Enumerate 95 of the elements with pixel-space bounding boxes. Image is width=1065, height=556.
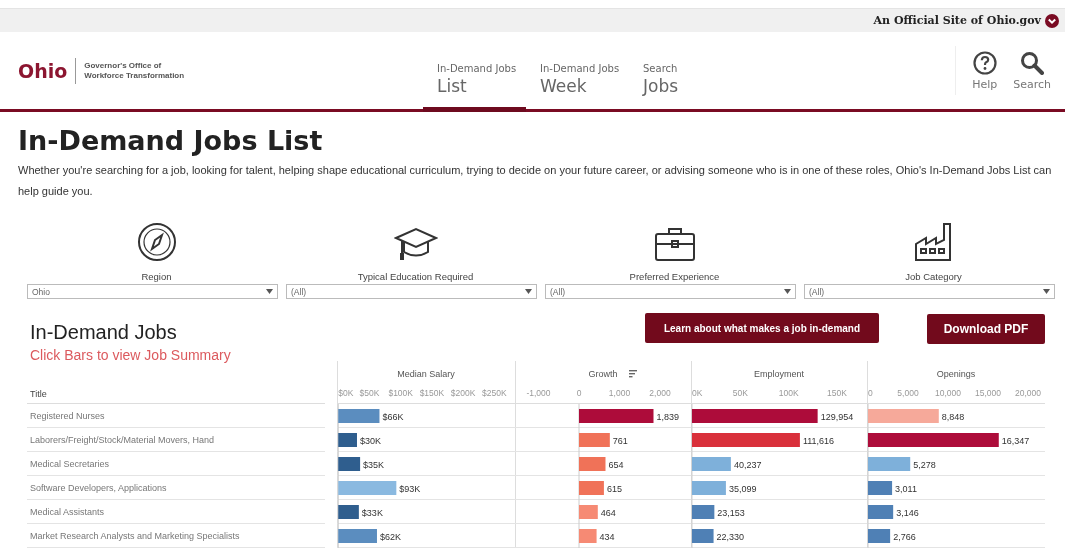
caret-icon <box>266 289 273 294</box>
value-label: 111,616 <box>802 435 835 446</box>
filter-label: Region <box>141 271 172 282</box>
tick-label: $200K <box>450 388 476 398</box>
value-label: 761 <box>612 435 628 446</box>
value-label: $66K <box>382 411 404 422</box>
job-title[interactable]: Registered Nurses <box>27 410 105 421</box>
help-button[interactable]: Help <box>972 50 998 91</box>
graduation-cap-icon <box>393 226 438 262</box>
bar[interactable] <box>868 505 894 519</box>
job-title[interactable]: Market Research Analysts and Marketing Specialists <box>27 530 240 541</box>
tick-label: 5,000 <box>897 388 919 398</box>
tick-label: 0K <box>692 388 703 398</box>
filter-dropdown[interactable]: (All) <box>804 284 1055 299</box>
learn-more-button[interactable]: Learn about what makes a job in-demand <box>645 313 879 343</box>
ohio-logo[interactable]: Ohio <box>18 59 68 82</box>
value-label: 1,839 <box>656 411 679 422</box>
value-label: 22,330 <box>716 531 745 542</box>
section-subtitle: Click Bars to view Job Summary <box>30 347 232 363</box>
value-label: 3,011 <box>895 483 917 494</box>
value-label: $33K <box>361 507 383 518</box>
value-label: 23,153 <box>717 507 745 518</box>
tick-label: 10,000 <box>935 388 961 398</box>
tick-label: 100K <box>778 388 799 398</box>
agency-name: Governor's Office of Workforce Transformation <box>84 60 185 81</box>
search-button[interactable]: Search <box>1013 50 1051 91</box>
bar[interactable] <box>868 529 891 543</box>
value-label: 16,347 <box>1001 435 1030 446</box>
tick-label: 0 <box>576 388 582 398</box>
section-title: In-Demand Jobs <box>30 321 178 344</box>
search-icon <box>1020 50 1045 75</box>
filter-dropdown[interactable]: Ohio <box>27 284 278 299</box>
job-title[interactable]: Laborers/Freight/Stock/Material Movers, Hand <box>27 434 215 445</box>
tick-label: 2,000 <box>649 388 671 398</box>
tick-label: $50K <box>359 388 380 398</box>
caret-icon <box>784 289 791 294</box>
nav-tab[interactable]: In-Demand Jobs Week <box>526 32 629 112</box>
bar[interactable] <box>868 481 893 495</box>
briefcase-icon <box>653 226 696 262</box>
value-label: 3,146 <box>896 507 919 518</box>
value-label: 129,954 <box>820 411 854 422</box>
official-site-text: An Official Site of <box>873 14 983 27</box>
filter-dropdown[interactable]: (All) <box>545 284 796 299</box>
value-label: 35,099 <box>728 483 757 494</box>
filter-label: Typical Education Required <box>357 271 474 282</box>
tick-label: $100K <box>388 388 413 398</box>
value-label: 2,766 <box>893 531 916 542</box>
bar[interactable] <box>691 529 714 543</box>
filter-label: Preferred Experience <box>629 271 720 282</box>
value-label: $35K <box>363 459 385 470</box>
job-title[interactable]: Medical Secretaries <box>27 458 110 469</box>
nav-tab[interactable]: Search Jobs <box>629 32 732 112</box>
tick-label: 15,000 <box>975 388 1001 398</box>
chart-title: Growth <box>588 369 618 379</box>
column-header[interactable]: Employment <box>754 369 804 379</box>
value-label: $30K <box>360 435 381 446</box>
job-title[interactable]: Software Developers, Applications <box>27 482 167 493</box>
value-label: 615 <box>606 483 622 494</box>
bar[interactable] <box>338 457 361 471</box>
value-label: 5,278 <box>913 459 936 470</box>
value-label: $62K <box>379 531 401 542</box>
column-header[interactable]: Median Salary <box>397 369 455 379</box>
tick-label: -1,000 <box>526 388 551 398</box>
value-label: 40,237 <box>733 459 762 470</box>
compass-icon <box>136 222 177 262</box>
filter-dropdown[interactable]: (All) <box>286 284 537 299</box>
help-icon <box>972 50 997 75</box>
caret-icon <box>1043 289 1050 294</box>
value-label: 464 <box>600 507 616 518</box>
tick-label: $0K <box>338 388 354 398</box>
chevron-down-icon[interactable] <box>1045 13 1059 28</box>
nav-tab[interactable]: In-Demand Jobs List <box>423 32 526 112</box>
column-header[interactable]: Growth <box>588 369 637 379</box>
page-title: In-Demand Jobs List <box>18 125 324 156</box>
column-header: Title <box>29 389 47 401</box>
column-header[interactable]: Openings <box>936 369 976 379</box>
caret-icon <box>525 289 532 294</box>
value-label: 434 <box>599 531 615 542</box>
value-label: 8,848 <box>941 411 965 422</box>
tick-label: 50K <box>732 388 748 398</box>
tick-label: 0 <box>868 388 873 398</box>
tick-label: 150K <box>827 388 847 398</box>
bar[interactable] <box>691 505 715 519</box>
job-title[interactable]: Medical Assistants <box>27 506 105 517</box>
tick-label: $250K <box>482 388 507 398</box>
download-pdf-button[interactable]: Download PDF <box>927 314 1045 344</box>
intro-text: Whether you're searching for a job, looking for talent, helping shape educational curriculum, trying to decide on your future career, or advising someone who is in one of these roles, Ohio's In-Demand Jobs List can help guide you. <box>18 163 1053 199</box>
value-label: $93K <box>399 483 421 494</box>
value-label: 654 <box>608 459 624 470</box>
tick-label: $150K <box>419 388 445 398</box>
tick-label: 1,000 <box>608 388 631 398</box>
ohio-gov-link[interactable]: Ohio.gov <box>986 14 1041 27</box>
filter-label: Job Category <box>905 271 962 282</box>
tick-label: 20,000 <box>1015 388 1041 398</box>
factory-icon <box>913 222 954 262</box>
